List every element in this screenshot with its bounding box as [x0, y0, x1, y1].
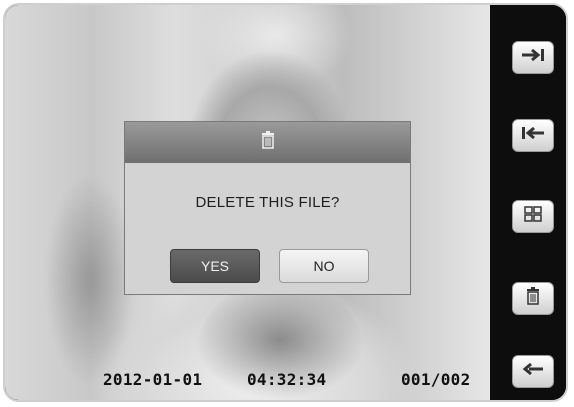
back-button[interactable]: [512, 355, 554, 388]
dialog-message: DELETE THIS FILE?: [195, 194, 340, 211]
delete-button[interactable]: [512, 282, 554, 315]
file-index: 001/002: [401, 370, 471, 389]
no-button-label: NO: [313, 258, 335, 274]
delete-confirm-dialog: DELETE THIS FILE? YES NO: [124, 121, 411, 295]
trash-icon: [526, 287, 540, 310]
back-icon: [522, 362, 544, 381]
trash-icon: [261, 131, 275, 154]
thumbnail-grid-icon: [524, 206, 542, 227]
yes-button[interactable]: YES: [170, 249, 260, 283]
no-button[interactable]: NO: [279, 249, 369, 283]
camera-screen: DELETE THIS FILE? YES NO 2012-01-01 04:3…: [3, 3, 568, 402]
capture-date: 2012-01-01: [103, 370, 203, 389]
capture-time: 04:32:34: [247, 370, 327, 389]
thumbnail-view-button[interactable]: [512, 200, 554, 233]
next-icon: [521, 48, 545, 67]
yes-button-label: YES: [200, 258, 229, 274]
next-button[interactable]: [512, 41, 554, 74]
right-control-rail: [490, 5, 566, 400]
dialog-header: [125, 122, 410, 163]
previous-icon: [521, 126, 545, 145]
previous-button[interactable]: [512, 119, 554, 152]
